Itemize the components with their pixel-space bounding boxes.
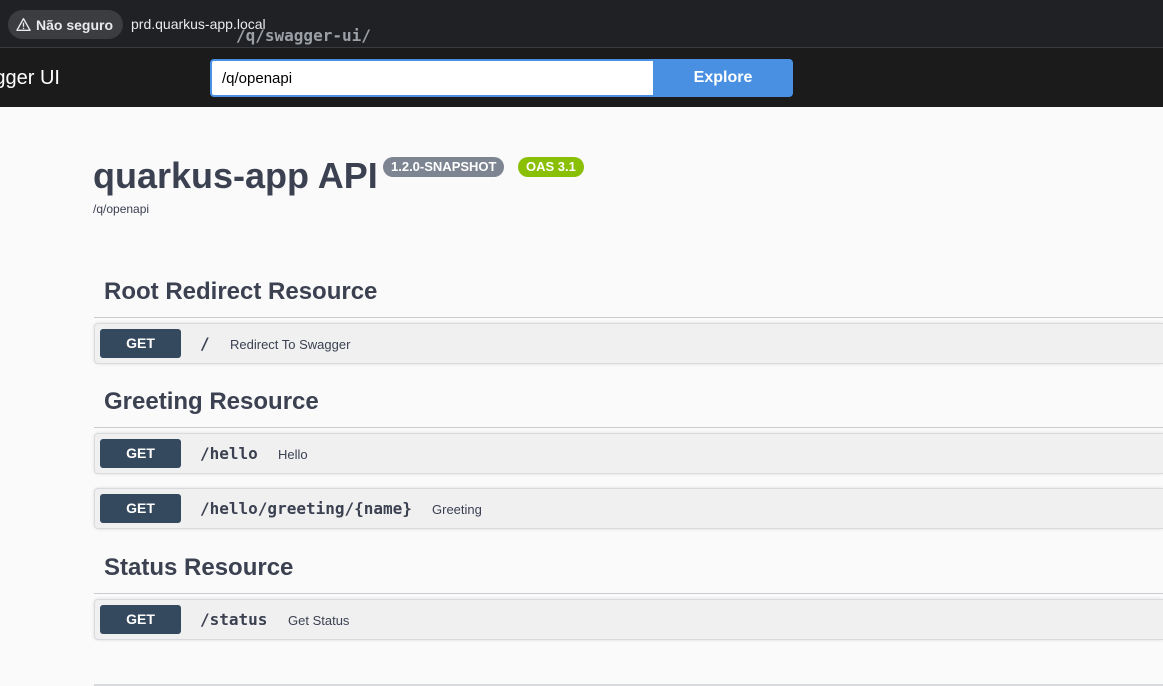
url-field[interactable]: prd.quarkus-app.local/q/swagger-ui/: [131, 16, 371, 45]
operation-summary: Hello: [278, 447, 308, 462]
operation-summary: Redirect To Swagger: [230, 337, 351, 352]
operation-path: /hello/greeting/{name}: [200, 499, 412, 518]
url-path: /q/swagger-ui/: [236, 26, 371, 45]
security-label: Não seguro: [36, 16, 114, 33]
tag-divider: [94, 427, 1163, 428]
tag-greeting-resource[interactable]: Greeting Resource: [104, 388, 319, 416]
spec-link[interactable]: /q/openapi: [93, 202, 149, 216]
browser-address-bar: Não seguro prd.quarkus-app.local/q/swagg…: [0, 0, 1163, 48]
operation-path: /status: [200, 610, 268, 629]
operation-get-hello[interactable]: GET /hello Hello: [94, 433, 1163, 474]
oas-version-badge: OAS 3.1: [518, 157, 584, 177]
operation-path: /hello: [200, 444, 258, 463]
warning-icon: [16, 17, 31, 32]
tag-divider: [94, 317, 1163, 318]
method-badge-get: GET: [100, 494, 181, 523]
operation-get-status[interactable]: GET /status Get Status: [94, 599, 1163, 640]
site-security-chip[interactable]: Não seguro: [8, 10, 124, 39]
spec-url-input[interactable]: [210, 59, 654, 97]
version-badge: 1.2.0-SNAPSHOT: [383, 157, 505, 177]
operation-get-root[interactable]: GET / Redirect To Swagger: [94, 323, 1163, 364]
swagger-logo-title[interactable]: Swagger UI: [0, 67, 60, 90]
tag-status-resource[interactable]: Status Resource: [104, 554, 293, 582]
method-badge-get: GET: [100, 439, 181, 468]
operation-path: /: [200, 334, 210, 353]
swagger-topbar: Swagger UI Explore: [0, 48, 1163, 107]
operation-summary: Get Status: [288, 613, 350, 628]
api-title: quarkus-app API: [93, 155, 378, 196]
method-badge-get: GET: [100, 329, 181, 358]
method-badge-get: GET: [100, 605, 181, 634]
operation-summary: Greeting: [432, 502, 482, 517]
explore-button[interactable]: Explore: [653, 59, 793, 97]
operation-get-hello-greeting-name[interactable]: GET /hello/greeting/{name} Greeting: [94, 488, 1163, 529]
tag-divider: [94, 593, 1163, 594]
swagger-title-text: Swagger UI: [0, 67, 60, 89]
tag-root-redirect-resource[interactable]: Root Redirect Resource: [104, 278, 377, 306]
